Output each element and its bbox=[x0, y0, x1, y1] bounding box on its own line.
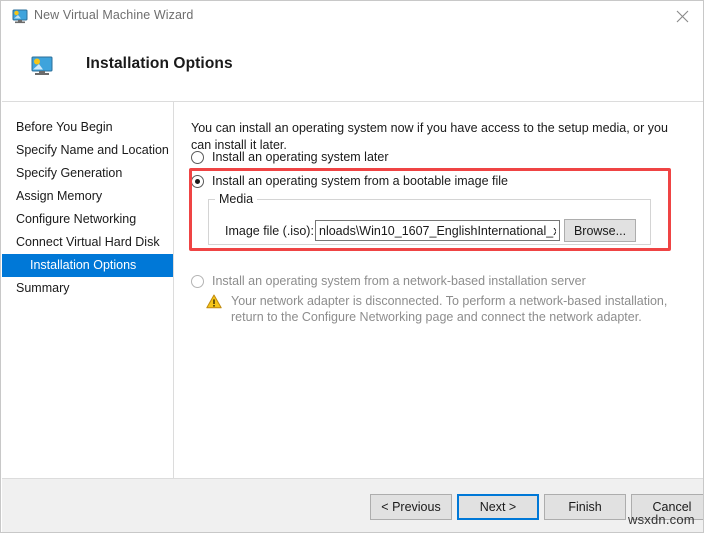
intro-description: You can install an operating system now … bbox=[191, 120, 687, 154]
previous-button[interactable]: < Previous bbox=[370, 494, 452, 520]
close-icon[interactable] bbox=[659, 1, 704, 31]
radio-label: Install an operating system later bbox=[212, 150, 388, 164]
sidebar-item-label: Assign Memory bbox=[16, 185, 102, 208]
wizard-step-sidebar: Before You Begin Specify Name and Locati… bbox=[2, 102, 174, 478]
warning-triangle-icon bbox=[206, 294, 222, 309]
wizard-header: Installation Options bbox=[2, 32, 704, 102]
sidebar-item-before-you-begin[interactable]: Before You Begin bbox=[2, 116, 173, 139]
watermark: wsxdn.com bbox=[628, 512, 695, 527]
sidebar-item-label: Before You Begin bbox=[16, 116, 113, 139]
sidebar-item-configure-networking[interactable]: Configure Networking bbox=[2, 208, 173, 231]
sidebar-item-assign-memory[interactable]: Assign Memory bbox=[2, 185, 173, 208]
network-warning-text: Your network adapter is disconnected. To… bbox=[231, 293, 686, 325]
installation-options-content: You can install an operating system now … bbox=[175, 102, 704, 478]
sidebar-item-summary[interactable]: Summary bbox=[2, 277, 173, 300]
sidebar-item-label: Configure Networking bbox=[16, 208, 136, 231]
image-file-input[interactable] bbox=[315, 220, 560, 241]
media-group-legend: Media bbox=[215, 192, 257, 206]
finish-button[interactable]: Finish bbox=[544, 494, 626, 520]
wizard-body: Before You Begin Specify Name and Locati… bbox=[2, 102, 704, 478]
radio-label: Install an operating system from a netwo… bbox=[212, 274, 586, 288]
sidebar-item-label: Specify Generation bbox=[16, 162, 122, 185]
sidebar-item-label: Connect Virtual Hard Disk bbox=[16, 231, 160, 254]
sidebar-item-specify-generation[interactable]: Specify Generation bbox=[2, 162, 173, 185]
window-title: New Virtual Machine Wizard bbox=[34, 8, 193, 22]
sidebar-item-connect-virtual-hard-disk[interactable]: Connect Virtual Hard Disk bbox=[2, 231, 173, 254]
wizard-footer: < Previous Next > Finish Cancel bbox=[2, 478, 704, 533]
title-bar: New Virtual Machine Wizard bbox=[1, 1, 704, 32]
new-virtual-machine-wizard-window: New Virtual Machine Wizard Installation … bbox=[0, 0, 704, 533]
virtual-machine-monitor-icon bbox=[12, 9, 28, 24]
sidebar-item-specify-name-and-location[interactable]: Specify Name and Location bbox=[2, 139, 173, 162]
browse-button[interactable]: Browse... bbox=[564, 219, 636, 242]
image-file-label: Image file (.iso): bbox=[225, 224, 314, 238]
sidebar-item-label: Summary bbox=[16, 277, 69, 300]
sidebar-item-installation-options[interactable]: Installation Options bbox=[2, 254, 173, 277]
page-title: Installation Options bbox=[86, 55, 233, 73]
next-button[interactable]: Next > bbox=[457, 494, 539, 520]
sidebar-item-label: Specify Name and Location bbox=[16, 139, 169, 162]
radio-indicator-selected bbox=[191, 175, 204, 188]
virtual-machine-monitor-icon bbox=[31, 56, 53, 76]
sidebar-item-label: Installation Options bbox=[30, 254, 136, 277]
radio-indicator bbox=[191, 151, 204, 164]
radio-label: Install an operating system from a boota… bbox=[212, 174, 508, 188]
radio-indicator bbox=[191, 275, 204, 288]
